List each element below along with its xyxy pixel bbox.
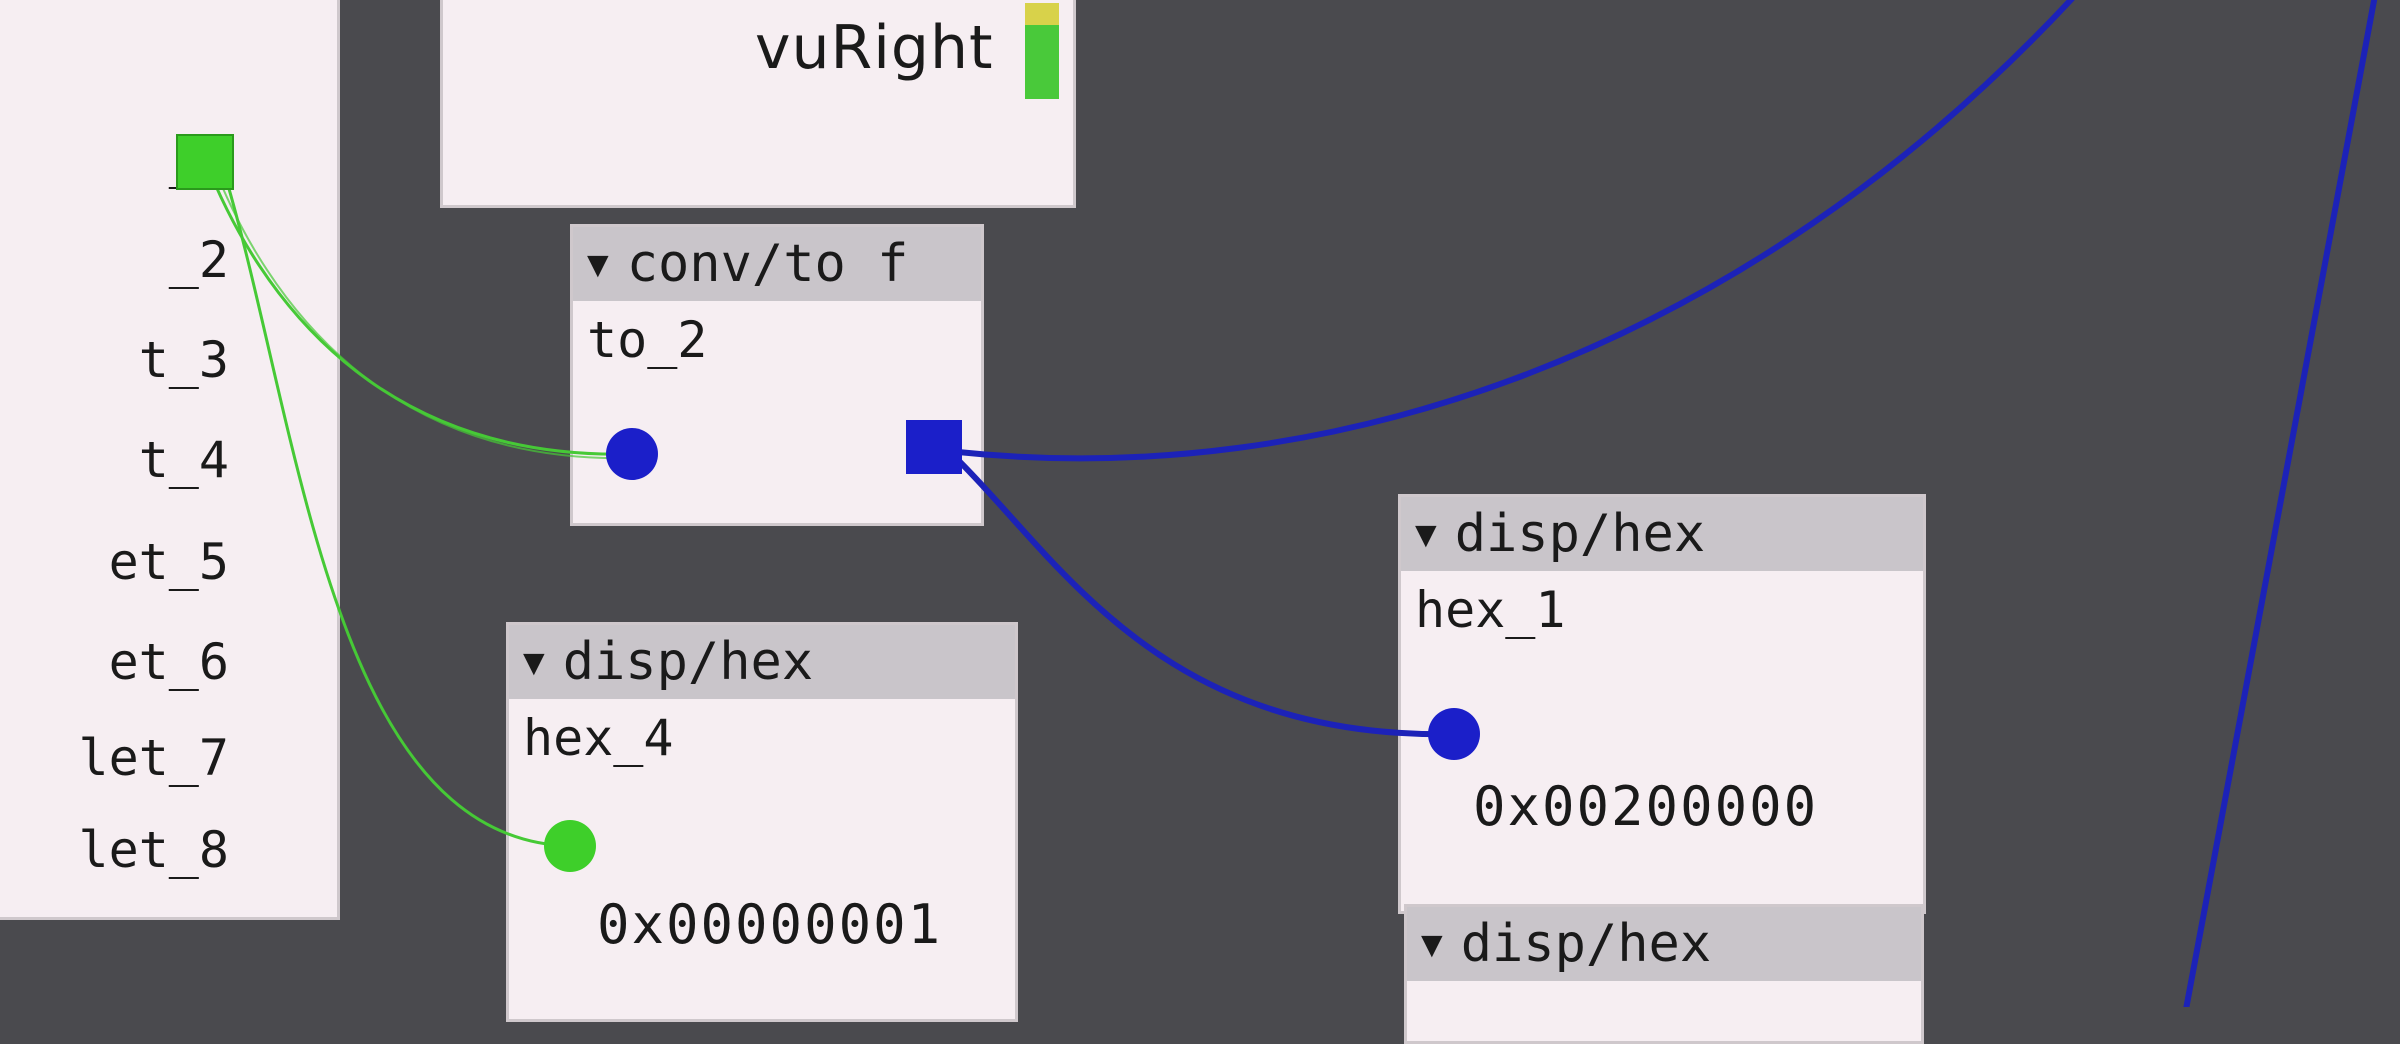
vu-meter-bar xyxy=(1025,3,1059,99)
hex-4-header-label: disp/hex xyxy=(562,632,814,692)
vu-label: vuRight xyxy=(755,13,994,83)
hex-bottom-header-label: disp/hex xyxy=(1460,914,1712,974)
conv-header[interactable]: ▼ conv/to f xyxy=(573,227,981,301)
patch-wires xyxy=(203,0,2378,1007)
hex-1-inlet-port[interactable] xyxy=(1428,708,1480,760)
hex-4-instance-name[interactable]: hex_4 xyxy=(509,709,1015,767)
outlet-label-6: et_6 xyxy=(108,633,229,691)
wire-frac-right-diagonal xyxy=(2183,0,2378,1007)
hex-1-header-label: disp/hex xyxy=(1454,504,1706,564)
hex-4-object[interactable]: ▼ disp/hex hex_4 0x00000001 xyxy=(506,622,1018,1022)
hex-4-value: 0x00000001 xyxy=(597,893,943,956)
outlet-label-5: et_5 xyxy=(108,533,229,591)
outlet-port-1[interactable] xyxy=(176,134,234,190)
hex-1-header[interactable]: ▼ disp/hex xyxy=(1401,497,1923,571)
hex-bottom-object[interactable]: ▼ disp/hex xyxy=(1404,904,1924,1044)
hex-4-header[interactable]: ▼ disp/hex xyxy=(509,625,1015,699)
outlet-label-3: t_3 xyxy=(138,331,229,389)
outlet-label-4: t_4 xyxy=(138,431,229,489)
left-object[interactable]: _1 _2 t_3 t_4 et_5 et_6 let_7 let_8 xyxy=(0,0,340,920)
wire-frac-conv-to-hex1 xyxy=(953,455,1455,738)
hex-1-object[interactable]: ▼ disp/hex hex_1 0x00200000 xyxy=(1398,494,1926,914)
hex-1-instance-name[interactable]: hex_1 xyxy=(1401,581,1923,639)
conv-inlet-port[interactable] xyxy=(606,428,658,480)
conv-header-label: conv/to f xyxy=(626,234,909,294)
collapse-triangle-icon[interactable]: ▼ xyxy=(1415,514,1437,555)
patch-canvas[interactable]: _1 _2 t_3 t_4 et_5 et_6 let_7 let_8 vuRi… xyxy=(0,0,2400,1044)
collapse-triangle-icon[interactable]: ▼ xyxy=(587,244,609,285)
outlet-label-7: let_7 xyxy=(78,729,229,787)
outlet-label-2: _2 xyxy=(168,231,229,289)
conv-outlet-port[interactable] xyxy=(906,420,962,474)
collapse-triangle-icon[interactable]: ▼ xyxy=(523,642,545,683)
vu-object[interactable]: vuRight xyxy=(440,0,1076,208)
hex-1-value: 0x00200000 xyxy=(1473,775,1819,838)
conv-to-f-object[interactable]: ▼ conv/to f to_2 xyxy=(570,224,984,526)
conv-instance-name[interactable]: to_2 xyxy=(573,311,981,369)
outlet-label-8: let_8 xyxy=(78,821,229,879)
collapse-triangle-icon[interactable]: ▼ xyxy=(1421,924,1443,965)
hex-bottom-header[interactable]: ▼ disp/hex xyxy=(1407,907,1921,981)
wire-frac-conv-to-offscreen xyxy=(957,0,2075,462)
hex-4-inlet-port[interactable] xyxy=(544,820,596,872)
